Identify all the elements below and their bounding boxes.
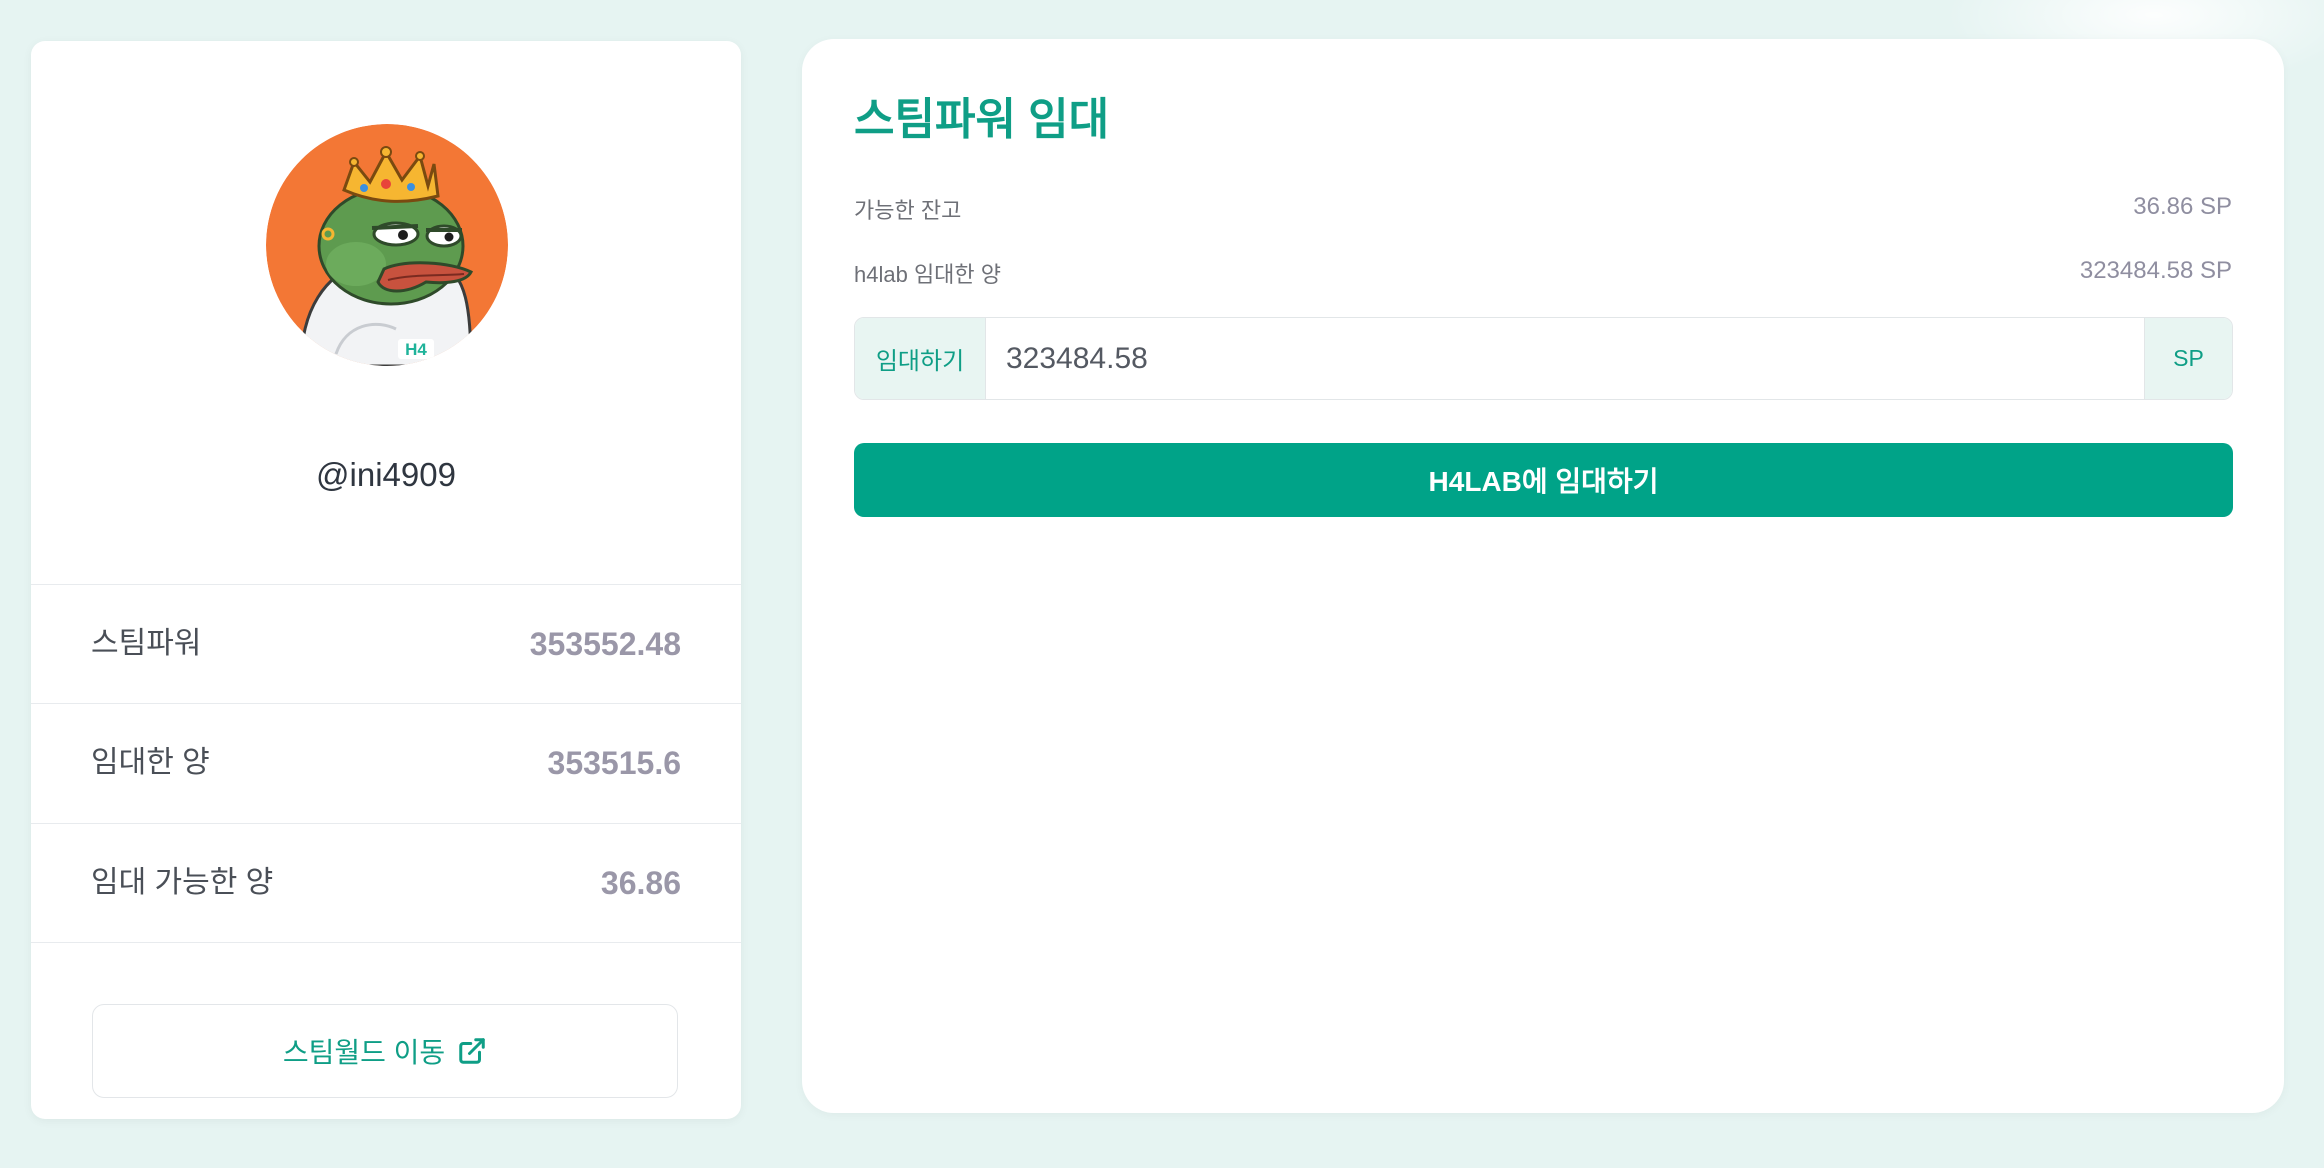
stat-label: 스팀파워 (91, 627, 202, 660)
stat-row-available: 임대 가능한 양 36.86 (31, 823, 741, 942)
delegated-amount-label: h4lab 임대한 양 (854, 262, 1002, 287)
avatar-badge-text: H4 (405, 340, 427, 359)
steemworld-button-label: 스팀월드 이동 (282, 1037, 446, 1068)
available-balance-label: 가능한 잔고 (854, 198, 962, 223)
stat-row-steempower: 스팀파워 353552.48 (31, 584, 741, 703)
available-balance-value: 36.86 SP (2133, 193, 2232, 220)
avatar: H4 (266, 124, 508, 366)
amount-prefix: 임대하기 (855, 318, 986, 399)
stat-value: 36.86 (600, 865, 681, 901)
delegate-submit-button[interactable]: H4LAB에 임대하기 (854, 443, 2233, 517)
delegate-amount-input[interactable] (986, 318, 2144, 399)
steemworld-button[interactable]: 스팀월드 이동 (92, 1004, 678, 1098)
profile-card: H4 @ini4909 스팀파워 353552.48 임대한 양 353515.… (31, 41, 741, 1119)
stat-label: 임대한 양 (91, 746, 210, 779)
stat-row-delegated: 임대한 양 353515.6 (31, 703, 741, 822)
external-link-icon (459, 1038, 485, 1064)
delegated-amount-value: 323484.58 SP (2079, 257, 2232, 284)
delegate-card: 스팀파워 임대 가능한 잔고 36.86 SP h4lab 임대한 양 3234… (802, 39, 2284, 1113)
amount-unit-suffix: SP (2144, 318, 2232, 399)
delegate-amount-group: 임대하기 SP (854, 317, 2233, 400)
stat-value: 353515.6 (547, 745, 681, 781)
page-title: 스팀파워 임대 (854, 95, 1110, 144)
username: @ini4909 (316, 456, 456, 493)
crowned-frog-avatar-icon: H4 (266, 124, 508, 366)
stat-value: 353552.48 (529, 626, 681, 662)
divider (31, 942, 741, 943)
stat-label: 임대 가능한 양 (91, 866, 274, 899)
